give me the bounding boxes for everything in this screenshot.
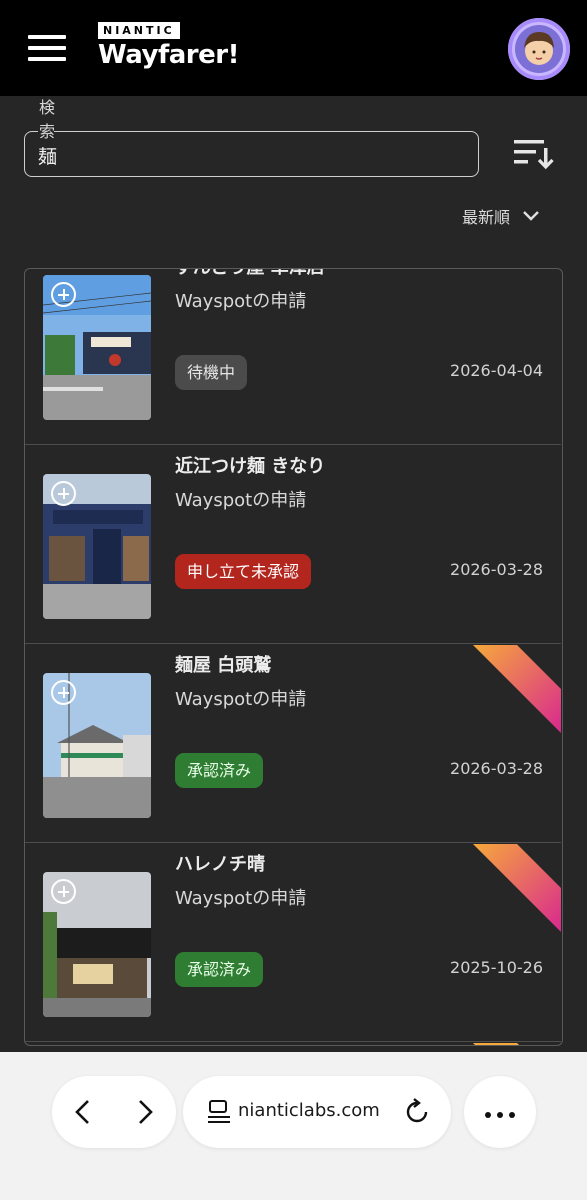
accepted-ribbon bbox=[473, 645, 561, 733]
status-badge: 承認済み bbox=[175, 753, 264, 788]
search-label: 検索 bbox=[38, 96, 55, 144]
nomination-card[interactable]: ハレノチ晴 Wayspotの申請 承認済み 2025-10-26 bbox=[25, 844, 561, 1042]
reader-icon[interactable] bbox=[205, 1098, 233, 1126]
nomination-type: Wayspotの申請 bbox=[175, 689, 307, 710]
user-avatar-icon[interactable] bbox=[508, 18, 570, 80]
search-input[interactable] bbox=[24, 131, 479, 177]
status-badge: 承認済み bbox=[175, 952, 264, 987]
accepted-ribbon bbox=[473, 844, 561, 932]
wayfarer-logo: NIANTIC Wayfarer! bbox=[98, 22, 258, 74]
nomination-date: 2025-10-26 bbox=[450, 958, 543, 977]
nomination-card[interactable]: 麺屋 白頭鷲 Wayspotの申請 承認済み 2026-03-28 bbox=[25, 645, 561, 843]
browser-toolbar: nianticlabs.com bbox=[0, 1052, 587, 1200]
chevron-down-icon bbox=[523, 211, 539, 221]
nomination-card[interactable] bbox=[25, 1043, 561, 1045]
more-options-button[interactable] bbox=[464, 1076, 536, 1148]
address-bar[interactable]: nianticlabs.com bbox=[183, 1076, 451, 1148]
sort-order-select[interactable]: 最新順 bbox=[462, 202, 542, 230]
hamburger-menu-icon[interactable] bbox=[28, 33, 68, 63]
accepted-ribbon bbox=[473, 1043, 519, 1045]
add-to-list-icon[interactable] bbox=[51, 680, 76, 705]
reload-icon[interactable] bbox=[402, 1097, 432, 1127]
sort-descending-icon[interactable] bbox=[510, 136, 554, 172]
nomination-title: 麺屋 白頭鷲 bbox=[175, 655, 272, 676]
search-input-value: 麺 bbox=[38, 146, 58, 168]
add-to-list-icon[interactable] bbox=[51, 282, 76, 307]
url-text: nianticlabs.com bbox=[238, 1100, 380, 1121]
status-badge: 申し立て未承認 bbox=[175, 554, 312, 589]
app-header: NIANTIC Wayfarer! bbox=[0, 0, 587, 96]
nomination-card[interactable]: 近江つけ麺 きなり Wayspotの申請 申し立て未承認 2026-03-28 bbox=[25, 446, 561, 644]
nomination-card[interactable]: ずんどう屋 草津店 Wayspotの申請 待機中 2026-04-04 bbox=[25, 269, 561, 445]
niantic-wordmark: NIANTIC bbox=[98, 22, 180, 39]
add-to-list-icon[interactable] bbox=[51, 481, 76, 506]
nomination-title: 近江つけ麺 きなり bbox=[175, 456, 326, 477]
wayfarer-wordmark: Wayfarer! bbox=[98, 40, 239, 70]
nomination-type: Wayspotの申請 bbox=[175, 888, 307, 909]
more-dots-icon bbox=[482, 1106, 518, 1118]
nomination-date: 2026-03-28 bbox=[450, 759, 543, 778]
nomination-date: 2026-04-04 bbox=[450, 361, 543, 380]
navigation-controls bbox=[52, 1076, 176, 1148]
add-to-list-icon[interactable] bbox=[51, 879, 76, 904]
nomination-date: 2026-03-28 bbox=[450, 560, 543, 579]
nomination-list[interactable]: ずんどう屋 草津店 Wayspotの申請 待機中 2026-04-04 近江つけ… bbox=[24, 268, 563, 1046]
nomination-type: Wayspotの申請 bbox=[175, 291, 307, 312]
nomination-title: ハレノチ晴 bbox=[175, 854, 265, 875]
forward-arrow-icon[interactable] bbox=[128, 1096, 160, 1128]
status-badge: 待機中 bbox=[175, 355, 248, 390]
nomination-type: Wayspotの申請 bbox=[175, 490, 307, 511]
back-arrow-icon[interactable] bbox=[68, 1096, 100, 1128]
sort-order-value: 最新順 bbox=[462, 208, 511, 227]
nomination-title: ずんどう屋 草津店 bbox=[175, 269, 325, 279]
